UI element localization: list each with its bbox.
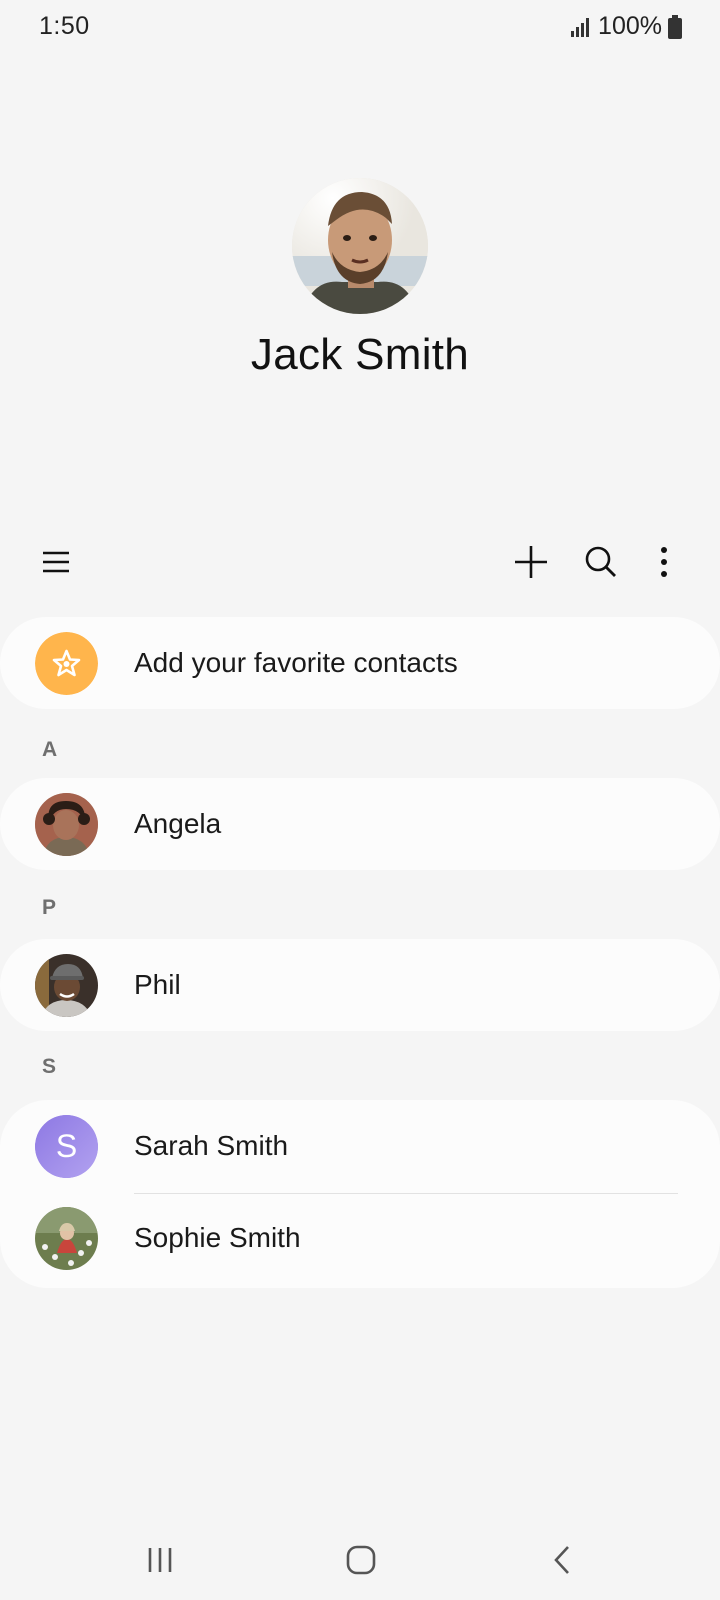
favorites-avatar: [35, 632, 98, 695]
hamburger-icon: [43, 551, 69, 573]
more-vert-icon: [661, 547, 667, 577]
section-header-s: S: [42, 1055, 57, 1078]
contact-row-angela[interactable]: Angela: [0, 778, 720, 870]
section-p-card: Phil: [0, 939, 720, 1031]
sophie-avatar: [35, 1207, 98, 1270]
profile-avatar[interactable]: [292, 178, 428, 314]
section-a-card: Angela: [0, 778, 720, 870]
star-icon: [35, 632, 98, 695]
section-s-card: S Sarah Smith Sophie Smith: [0, 1100, 720, 1288]
battery-percent: 100%: [598, 12, 662, 40]
sophie-photo: [35, 1207, 98, 1270]
profile-name[interactable]: Jack Smith: [0, 330, 720, 380]
angela-avatar: [35, 793, 98, 856]
more-options-button[interactable]: [636, 532, 692, 592]
sarah-avatar: S: [35, 1115, 98, 1178]
contact-name: Sarah Smith: [134, 1130, 289, 1161]
battery-icon: [668, 14, 682, 39]
system-nav-bar: [0, 1520, 720, 1600]
phil-photo: [35, 954, 98, 1017]
toolbar: [0, 532, 720, 592]
contact-name: Sophie Smith: [134, 1222, 301, 1253]
section-header-a: A: [42, 738, 58, 761]
contact-name: Angela: [134, 808, 222, 839]
contact-row-phil[interactable]: Phil: [0, 939, 720, 1031]
phil-avatar: [35, 954, 98, 1017]
recents-button[interactable]: [120, 1520, 200, 1600]
home-icon: [346, 1545, 376, 1575]
section-header-p: P: [42, 896, 57, 919]
sarah-initial: S: [55, 1128, 78, 1164]
contact-row-sophie-smith[interactable]: Sophie Smith: [0, 1192, 720, 1284]
home-button[interactable]: [321, 1520, 401, 1600]
search-button[interactable]: [573, 532, 629, 592]
favorites-card: Add your favorite contacts: [0, 617, 720, 709]
status-time: 1:50: [39, 12, 90, 40]
signal-icon: [571, 17, 590, 37]
back-button[interactable]: [522, 1520, 602, 1600]
plus-icon: [515, 546, 547, 578]
add-favorites-label: Add your favorite contacts: [134, 647, 458, 678]
contact-row-sarah-smith[interactable]: S Sarah Smith: [0, 1100, 720, 1192]
contact-name: Phil: [134, 969, 181, 1000]
status-bar: 1:50 100%: [0, 0, 720, 52]
add-contact-button[interactable]: [503, 532, 559, 592]
recents-icon: [148, 1548, 172, 1572]
search-icon: [585, 546, 616, 577]
status-indicators: 100%: [570, 12, 682, 41]
back-icon: [554, 1546, 569, 1574]
angela-photo: [35, 793, 98, 856]
profile-photo: [292, 178, 428, 314]
add-favorites-row[interactable]: Add your favorite contacts: [0, 617, 720, 709]
menu-button[interactable]: [28, 532, 84, 592]
